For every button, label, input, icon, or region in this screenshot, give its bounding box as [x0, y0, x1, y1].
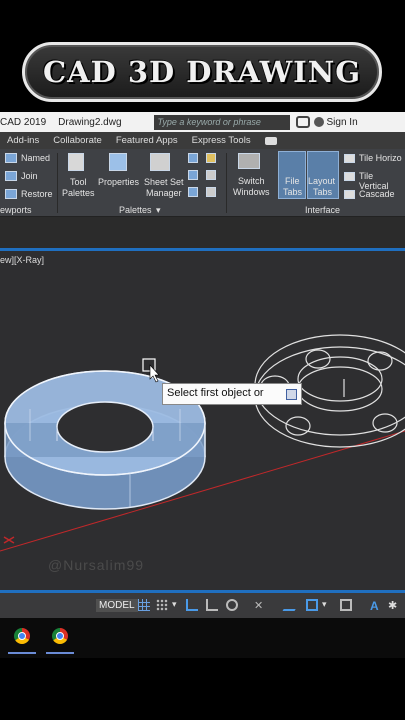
restore-icon — [5, 189, 17, 199]
polar-tracking-icon[interactable] — [226, 599, 238, 611]
palettes-panel-label: Palettes — [119, 205, 152, 215]
small-tool-icon-6[interactable] — [206, 187, 216, 197]
command-tooltip: Select first object or — [162, 383, 302, 405]
palettes-dropdown-icon[interactable]: ▾ — [156, 205, 161, 216]
object-snap-icon[interactable] — [306, 599, 318, 611]
tool-palettes-icon[interactable] — [68, 153, 84, 171]
workspace-icon[interactable]: ✱ — [388, 599, 400, 612]
tile-vertical-icon — [344, 172, 355, 181]
user-icon — [313, 117, 324, 127]
snap-icon[interactable] — [156, 599, 168, 611]
tab-collaborate[interactable]: Collaborate — [53, 135, 102, 146]
small-tool-icon-2[interactable] — [206, 153, 216, 163]
join-icon — [5, 171, 17, 181]
binoculars-icon[interactable] — [295, 116, 310, 128]
properties-button[interactable]: Properties — [98, 177, 139, 187]
layout-tabs-label-1[interactable]: Layout — [308, 176, 335, 186]
layout-tabs-label-2[interactable]: Tabs — [313, 187, 332, 197]
tool-palettes-label-1[interactable]: Tool — [70, 177, 87, 187]
calculator-icon[interactable] — [206, 170, 216, 180]
properties-icon[interactable] — [109, 153, 127, 171]
tile-horizontal-button[interactable]: Tile Horizo — [359, 153, 402, 163]
isodraft-icon[interactable]: ✕ — [254, 599, 266, 612]
interface-panel-label: Interface — [305, 205, 341, 215]
chrome-active-indicator — [46, 652, 74, 654]
tooltip-text: Select first object or — [167, 387, 264, 399]
ribbon-tabs: Add-ins Collaborate Featured Apps Expres… — [0, 132, 405, 149]
file-tabs-label-2[interactable]: Tabs — [283, 187, 302, 197]
title-bar: CAD 2019 Drawing2.dwg Type a keyword or … — [0, 112, 405, 132]
ucs-icon — [3, 536, 15, 544]
infer-constraints-icon[interactable] — [186, 599, 198, 611]
camera-icon[interactable] — [264, 136, 277, 145]
chrome-icon[interactable] — [14, 628, 30, 644]
tab-featured-apps[interactable]: Featured Apps — [116, 135, 178, 146]
cascade-icon — [344, 190, 355, 199]
sheet-set-icon[interactable] — [150, 153, 170, 171]
sheet-set-label-1[interactable]: Sheet Set — [144, 177, 184, 187]
title-banner: CAD 3D DRAWING — [22, 42, 382, 102]
watermark: @Nursalim99 — [48, 557, 145, 573]
sheet-set-label-2[interactable]: Manager — [146, 188, 182, 198]
switch-windows-label-1[interactable]: Switch — [238, 176, 265, 186]
drawing-viewport[interactable]: ew][X-Ray] Select first object or @Nursa… — [0, 248, 405, 590]
tab-add-ins[interactable]: Add-ins — [7, 135, 39, 146]
drawing-canvas[interactable] — [0, 251, 405, 593]
windows-taskbar — [0, 618, 405, 658]
autocad-window: CAD 2019 Drawing2.dwg Type a keyword or … — [0, 112, 405, 618]
tool-palettes-label-2[interactable]: Palettes — [62, 188, 95, 198]
ribbon-panel: Named Join Restore ewports Tool Palettes… — [0, 149, 405, 217]
viewports-panel-label: ewports — [0, 205, 32, 215]
restore-button[interactable]: Restore — [21, 189, 53, 199]
small-tool-icon-1[interactable] — [188, 153, 198, 163]
model-space-button[interactable]: MODEL — [96, 599, 138, 612]
tile-horizontal-icon — [344, 154, 355, 163]
grid-icon[interactable] — [138, 599, 150, 611]
join-button[interactable]: Join — [21, 171, 38, 181]
app-name: CAD 2019 — [0, 116, 47, 128]
cascade-button[interactable]: Cascade — [359, 189, 395, 199]
chrome-icon[interactable] — [52, 628, 68, 644]
object-snap-tracking-icon[interactable] — [282, 599, 302, 611]
annotation-scale-icon[interactable]: A — [370, 599, 382, 613]
lineweight-icon[interactable] — [340, 599, 352, 611]
ortho-icon[interactable] — [206, 599, 218, 611]
named-viewports-icon — [5, 153, 17, 163]
osnap-dropdown-icon[interactable]: ▾ — [322, 599, 327, 610]
status-bar: MODEL ▾ ✕ ▾ A ✱ — [0, 590, 405, 618]
switch-windows-label-2[interactable]: Windows — [233, 187, 270, 197]
small-tool-icon-5[interactable] — [188, 187, 198, 197]
switch-windows-icon[interactable] — [238, 153, 260, 169]
sign-in-link[interactable]: Sign In — [327, 117, 358, 128]
dropdown-arrow-icon[interactable] — [286, 389, 297, 400]
named-button[interactable]: Named — [21, 153, 50, 163]
small-tool-icon-3[interactable] — [188, 170, 198, 180]
snap-dropdown-icon[interactable]: ▾ — [172, 599, 177, 610]
search-input[interactable]: Type a keyword or phrase — [153, 114, 290, 130]
tab-express-tools[interactable]: Express Tools — [192, 135, 251, 146]
tile-vertical-button[interactable]: Tile Vertical — [359, 171, 405, 191]
file-name: Drawing2.dwg — [58, 116, 122, 128]
banner-title: CAD 3D DRAWING — [43, 55, 361, 89]
chrome-active-indicator — [8, 652, 36, 654]
file-tabs-label-1[interactable]: File — [285, 176, 300, 186]
